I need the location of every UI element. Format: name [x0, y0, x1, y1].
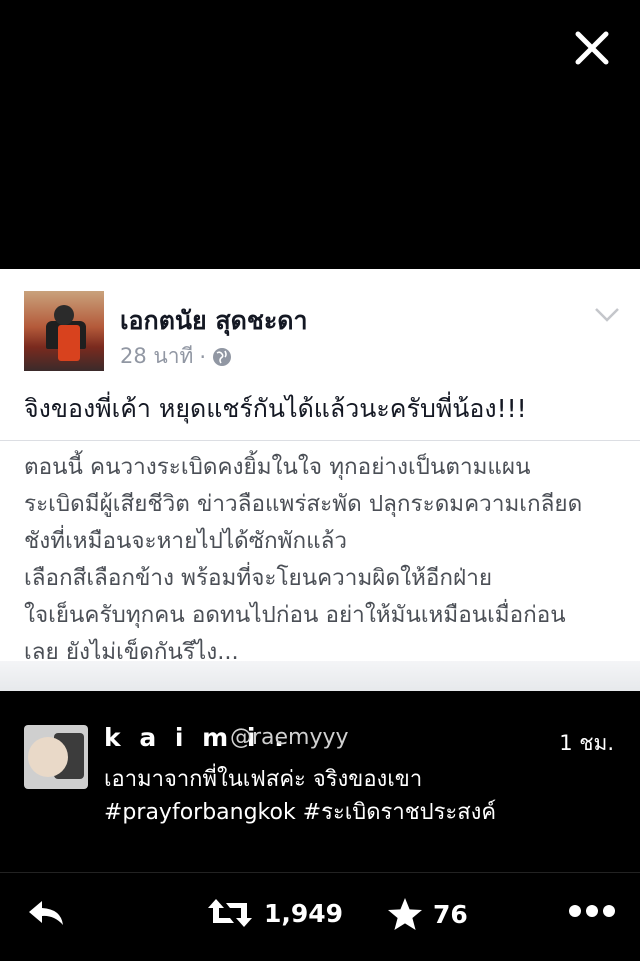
- divider: [0, 440, 640, 441]
- tweet-action-bar: 1,949 76: [0, 872, 640, 961]
- retweet-button[interactable]: 1,949: [206, 897, 343, 929]
- close-button[interactable]: [568, 24, 616, 72]
- tweet-timestamp: 1 ชม.: [559, 731, 614, 755]
- fb-body-line: ชังที่เหมือนจะหายไปได้ซักพักแล้ว: [24, 528, 348, 554]
- tweet[interactable]: k a i m i . @raemyyy 1 ชม. เอามาจากพี่ใน…: [0, 691, 640, 871]
- photo-bottom-edge: [0, 661, 640, 691]
- fb-body-line: ใจเย็นครับทุกคน อดทนไปก่อน อย่าให้มันเหม…: [24, 602, 566, 628]
- retweet-icon: [208, 899, 252, 927]
- fb-author-avatar: [24, 291, 104, 371]
- favorite-count: 76: [433, 899, 468, 929]
- favorite-button[interactable]: 76: [387, 897, 468, 931]
- more-button[interactable]: [568, 903, 616, 919]
- tweet-handle[interactable]: @raemyyy: [230, 725, 349, 750]
- tweet-text: เอามาจากพี่ในเฟสค่ะ จริงของเขา #prayforb…: [104, 763, 624, 829]
- tweet-author-avatar[interactable]: [24, 725, 88, 789]
- tweet-text-line: เอามาจากพี่ในเฟสค่ะ จริงของเขา: [104, 767, 423, 792]
- fb-status-text: จิงของพี่เค้า หยุดแชร์กันได้แล้วนะครับพี…: [24, 394, 527, 423]
- fb-meta-separator: ·: [199, 344, 207, 369]
- close-icon: [575, 31, 609, 65]
- star-icon: [388, 898, 422, 930]
- fb-body-line: เลือกสีเลือกข้าง พร้อมที่จะโยนความผิดให้…: [24, 565, 493, 591]
- retweet-count: 1,949: [264, 898, 344, 928]
- attached-photo[interactable]: เอกตนัย สุดชะดา 28 นาที · จิงของพี่เค้า …: [0, 269, 640, 691]
- chevron-down-icon: [595, 308, 619, 322]
- fb-body-line: ระเบิดมีผู้เสียชีวิต ข่าวลือแพร่สะพัด ปล…: [24, 491, 583, 517]
- fb-post-meta: 28 นาที ·: [120, 340, 232, 373]
- fb-body-text: ตอนนี้ คนวางระเบิดคงยิ้มในใจ ทุกอย่างเป็…: [24, 449, 636, 671]
- fb-body-line: ตอนนี้ คนวางระเบิดคงยิ้มในใจ ทุกอย่างเป็…: [24, 454, 531, 480]
- reply-button[interactable]: [26, 897, 66, 929]
- fb-post-time: 28 นาที: [120, 344, 194, 368]
- tweet-hashtags[interactable]: #prayforbangkok #ระเบิดราชประสงค์: [104, 796, 624, 829]
- fb-author-name: เอกตนัย สุดชะดา: [120, 306, 308, 335]
- more-icon: [569, 905, 615, 917]
- reply-icon: [29, 901, 63, 925]
- globe-icon: [213, 347, 232, 366]
